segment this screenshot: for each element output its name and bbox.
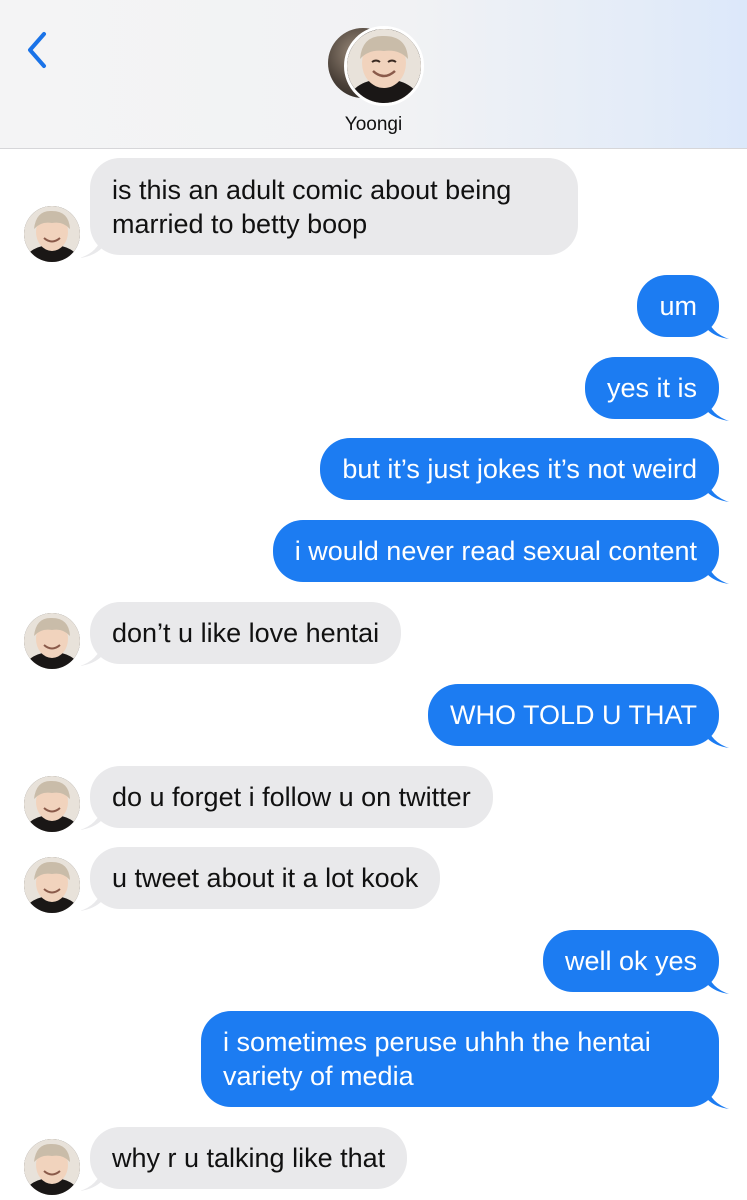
chevron-left-icon bbox=[28, 32, 46, 68]
outgoing-message-bubble[interactable]: well ok yes bbox=[542, 930, 719, 992]
message-row: um bbox=[0, 275, 747, 339]
outgoing-message-bubble[interactable]: i would never read sexual content bbox=[272, 520, 719, 582]
outgoing-message-bubble[interactable]: WHO TOLD U THAT bbox=[427, 684, 719, 746]
back-button[interactable] bbox=[22, 28, 54, 72]
incoming-message-bubble[interactable]: don’t u like love hentai bbox=[90, 602, 402, 664]
message-row: WHO TOLD U THAT bbox=[0, 684, 747, 748]
bubble-tail bbox=[707, 480, 729, 502]
contact-avatar-stack[interactable] bbox=[328, 26, 424, 106]
message-row: i sometimes peruse uhhh the hentai varie… bbox=[0, 1011, 747, 1111]
bubble-tail bbox=[707, 1087, 729, 1109]
message-row: don’t u like love hentai bbox=[0, 602, 747, 669]
bubble-tail bbox=[80, 644, 102, 666]
sender-avatar bbox=[24, 1139, 80, 1195]
message-row: yes it is bbox=[0, 357, 747, 421]
sender-avatar bbox=[24, 206, 80, 262]
message-row: why r u talking like that bbox=[0, 1127, 747, 1195]
bubble-tail bbox=[707, 562, 729, 584]
message-row: but it’s just jokes it’s not weird bbox=[0, 438, 747, 502]
sender-avatar bbox=[24, 776, 80, 832]
bubble-tail bbox=[80, 1169, 102, 1191]
contact-name[interactable]: Yoongi bbox=[0, 114, 747, 136]
message-row: is this an adult comic about being marri… bbox=[0, 158, 747, 262]
message-row: do u forget i follow u on twitter bbox=[0, 766, 747, 832]
incoming-message-bubble[interactable]: do u forget i follow u on twitter bbox=[90, 766, 493, 828]
outgoing-message-bubble[interactable]: but it’s just jokes it’s not weird bbox=[320, 438, 719, 500]
bubble-tail bbox=[707, 399, 729, 421]
bubble-tail bbox=[707, 972, 729, 994]
outgoing-message-bubble[interactable]: yes it is bbox=[584, 357, 719, 419]
incoming-message-bubble[interactable]: is this an adult comic about being marri… bbox=[90, 158, 578, 255]
incoming-message-bubble[interactable]: u tweet about it a lot kook bbox=[90, 847, 441, 909]
message-thread: is this an adult comic about being marri… bbox=[0, 149, 747, 1200]
bubble-tail bbox=[80, 889, 102, 911]
sender-avatar bbox=[24, 613, 80, 669]
sender-avatar bbox=[24, 857, 80, 913]
conversation-header: Yoongi bbox=[0, 0, 747, 149]
bubble-tail bbox=[80, 236, 102, 258]
outgoing-message-bubble[interactable]: i sometimes peruse uhhh the hentai varie… bbox=[201, 1011, 719, 1107]
message-row: u tweet about it a lot kook bbox=[0, 847, 747, 913]
message-row: i would never read sexual content bbox=[0, 520, 747, 584]
incoming-message-bubble[interactable]: why r u talking like that bbox=[90, 1127, 408, 1189]
bubble-tail bbox=[707, 726, 729, 748]
bubble-tail bbox=[80, 808, 102, 830]
message-row: well ok yes bbox=[0, 930, 747, 994]
contact-avatar bbox=[344, 26, 424, 106]
bubble-tail bbox=[707, 317, 729, 339]
